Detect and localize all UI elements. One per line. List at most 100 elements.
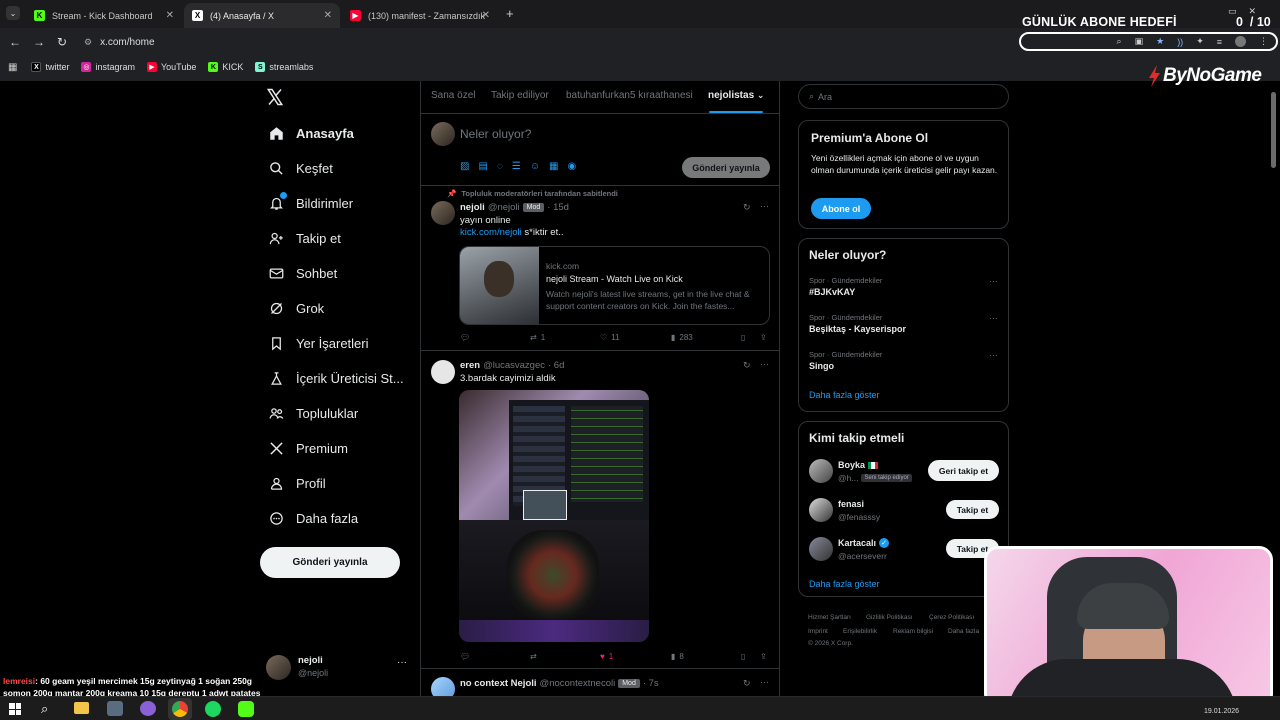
who-name[interactable]: fenasi <box>838 499 864 509</box>
bookmark-button[interactable]: ▯ <box>741 652 745 661</box>
spotify-icon[interactable] <box>205 701 221 717</box>
footer-link[interactable]: Imprint <box>808 628 828 635</box>
footer-link[interactable]: Reklam bilgisi <box>893 628 933 635</box>
grok-analyze-icon[interactable]: ↻ <box>743 360 751 371</box>
tab-search-chevron-icon[interactable]: ⌄ <box>6 6 20 20</box>
nav-creator-studio[interactable]: İçerik Üreticisi St... <box>268 366 404 390</box>
grok-analyze-icon[interactable]: ↻ <box>743 678 751 689</box>
nav-notifications[interactable]: Bildirimler <box>268 191 353 215</box>
bookmark-youtube[interactable]: ▶ YouTube <box>146 62 196 72</box>
nav-more[interactable]: Daha fazla <box>268 506 358 530</box>
discord-icon[interactable] <box>140 701 156 716</box>
reading-list-icon[interactable]: ≡ <box>1217 37 1222 47</box>
tweet-more-icon[interactable]: ··· <box>760 201 769 211</box>
close-tab-icon[interactable]: ✕ <box>324 10 332 21</box>
tab-youtube[interactable]: ▶ (130) manifest - Zamansızdık | ✕ <box>342 3 498 28</box>
nav-explore[interactable]: Keşfet <box>268 156 333 180</box>
tweet-avatar[interactable] <box>431 360 455 384</box>
trends-show-more[interactable]: Daha fazla göster <box>809 390 880 400</box>
gif-icon[interactable]: ▤ <box>478 161 487 172</box>
emoji-icon[interactable]: ☺ <box>530 161 540 172</box>
tweet-time[interactable]: · 15d <box>547 202 569 213</box>
profile-avatar[interactable] <box>1235 36 1246 47</box>
compose-input[interactable]: Neler oluyor? <box>460 127 531 141</box>
trend-item[interactable]: Spor · Gündemdekiler #BJKvKAY ··· <box>809 276 1004 297</box>
post-button[interactable]: Gönderi yayınla <box>260 547 400 578</box>
bookmark-button[interactable]: ▯ <box>741 333 745 342</box>
zoom-icon[interactable]: ⌕ <box>1117 36 1122 47</box>
tweet-handle[interactable]: @nejoli <box>488 202 520 213</box>
nav-follow[interactable]: Takip et <box>268 226 341 250</box>
site-info-icon[interactable]: ⚙ <box>84 37 92 48</box>
avatar[interactable] <box>809 459 833 483</box>
account-switcher[interactable]: nejoli @nejoli ··· <box>266 654 412 682</box>
tweet-more-icon[interactable]: ··· <box>760 359 769 369</box>
app-icon[interactable] <box>107 701 123 716</box>
tab-community-list[interactable]: batuhanfurkan5 kıraathanesi <box>566 90 693 101</box>
search-icon[interactable]: ⌕ <box>41 701 48 717</box>
grok-icon[interactable]: ◌ <box>497 161 503 172</box>
nav-home[interactable]: Anasayfa <box>268 121 354 145</box>
close-tab-icon[interactable]: ✕ <box>482 10 490 21</box>
tab-nejolistas[interactable]: nejolistas ⌄ <box>708 90 764 101</box>
tweet-author[interactable]: eren <box>460 360 480 371</box>
file-explorer-icon[interactable] <box>74 702 89 714</box>
tweet-author[interactable]: no context Nejoli <box>460 678 537 689</box>
views-button[interactable]: ▮ 8 <box>671 652 684 661</box>
like-button[interactable]: ♥ 1 <box>600 652 613 661</box>
location-icon[interactable]: ◉ <box>568 161 577 172</box>
x-logo-icon[interactable] <box>266 88 284 106</box>
trend-more-icon[interactable]: ··· <box>989 276 998 286</box>
more-icon[interactable]: ··· <box>397 657 407 668</box>
footer-link[interactable]: Çerez Politikası <box>929 614 974 621</box>
who-name[interactable]: Boyka <box>838 460 865 470</box>
tab-for-you[interactable]: Sana özel <box>431 90 475 101</box>
nav-profile[interactable]: Profil <box>268 471 326 495</box>
tweet-time[interactable]: · 7s <box>643 678 659 689</box>
link-card[interactable]: kick.com nejoli Stream - Watch Live on K… <box>459 246 770 325</box>
share-button[interactable]: ⇪ <box>760 652 767 661</box>
who-show-more[interactable]: Daha fazla göster <box>809 579 880 589</box>
new-tab-icon[interactable]: + <box>506 6 514 21</box>
follow-button[interactable]: Takip et <box>946 500 999 519</box>
cast-icon[interactable]: ▣ <box>1135 36 1144 47</box>
bookmark-instagram[interactable]: ◎ instagram <box>81 62 135 72</box>
tweet-link[interactable]: kick.com/nejoli <box>460 227 522 238</box>
nav-premium[interactable]: Premium <box>268 436 348 460</box>
tweet-time[interactable]: · 6d <box>548 360 564 371</box>
apps-grid-icon[interactable]: ▦ <box>8 62 17 73</box>
retweet-button[interactable]: ⇄ 1 <box>530 333 545 342</box>
nav-chat[interactable]: Sohbet <box>268 261 337 285</box>
tweet-more-icon[interactable]: ··· <box>760 677 769 687</box>
scrollbar-thumb[interactable] <box>1271 92 1276 168</box>
tweet-handle[interactable]: @lucasvazgec <box>483 360 545 371</box>
poll-icon[interactable]: ☰ <box>512 161 521 172</box>
footer-link[interactable]: Hizmet Şartları <box>808 614 851 621</box>
nav-communities[interactable]: Topluluklar <box>268 401 358 425</box>
tab-kick-dashboard[interactable]: K Stream - Kick Dashboard ✕ <box>26 3 182 28</box>
bookmark-twitter[interactable]: Xtwitter <box>31 62 69 72</box>
tab-x-home[interactable]: X (4) Anasayfa / X ✕ <box>184 3 340 28</box>
bookmark-streamlabs[interactable]: Sstreamlabs <box>255 62 313 72</box>
tweet-handle[interactable]: @nocontextnecoli <box>540 678 616 689</box>
trend-item[interactable]: Spor · Gündemdekiler Singo ··· <box>809 350 1004 371</box>
who-name[interactable]: Kartacalı <box>838 538 876 548</box>
image-icon[interactable]: ▨ <box>460 161 469 172</box>
close-tab-icon[interactable]: ✕ <box>166 10 174 21</box>
search-input[interactable]: ⌕ Ara <box>798 84 1009 109</box>
trend-more-icon[interactable]: ··· <box>989 313 998 323</box>
forward-icon[interactable]: → <box>33 35 45 49</box>
schedule-icon[interactable]: ▦ <box>549 161 558 172</box>
bookmark-star-icon[interactable]: ★ <box>1156 36 1164 47</box>
trend-item[interactable]: Spor · Gündemdekiler Beşiktaş - Kayseris… <box>809 313 1004 334</box>
chrome-icon[interactable] <box>172 701 188 717</box>
nav-grok[interactable]: Grok <box>268 296 324 320</box>
views-button[interactable]: ▮ 283 <box>671 333 693 342</box>
audio-icon[interactable]: )) <box>1177 37 1183 47</box>
footer-link[interactable]: Erişilebilirlik <box>843 628 877 635</box>
follow-back-button[interactable]: Geri takip et <box>928 460 999 481</box>
tweet-image[interactable] <box>459 390 649 642</box>
footer-link[interactable]: Gizlilik Politikası <box>866 614 913 621</box>
grok-analyze-icon[interactable]: ↻ <box>743 202 751 213</box>
reload-icon[interactable]: ↻ <box>57 35 67 49</box>
